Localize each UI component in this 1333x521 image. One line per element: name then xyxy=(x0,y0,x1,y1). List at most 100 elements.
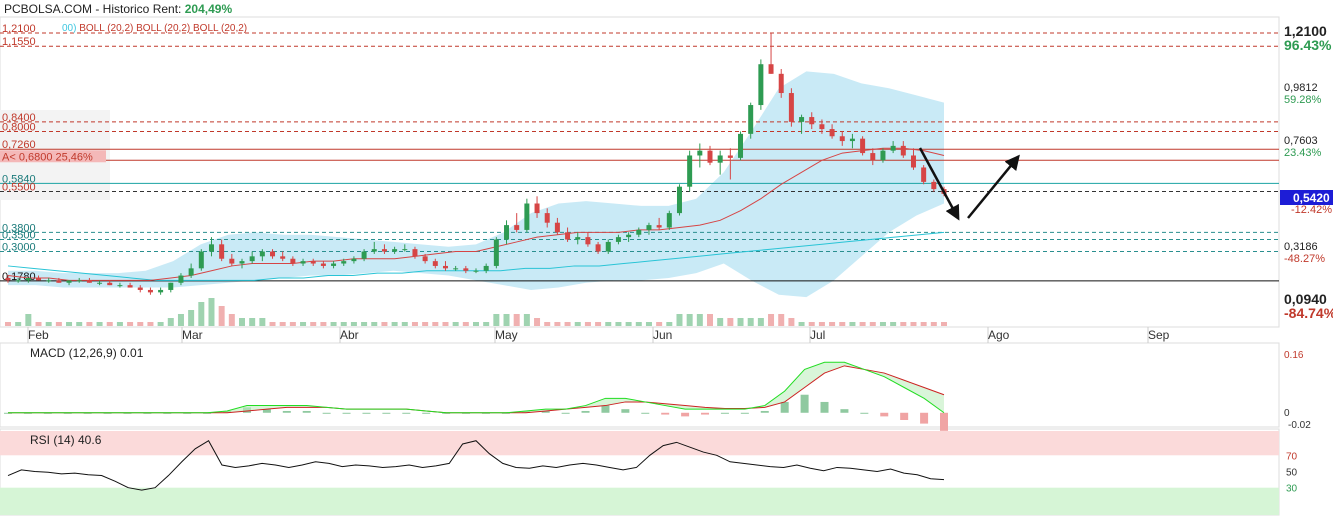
candle-body xyxy=(188,268,194,276)
candle-body xyxy=(890,145,896,151)
volume-bar xyxy=(106,322,113,326)
volume-bar xyxy=(401,322,408,326)
volume-bar xyxy=(127,322,134,326)
candle-body xyxy=(371,249,377,252)
y-tick-pct: -84.74% xyxy=(1284,305,1333,321)
rsi-oversold-zone xyxy=(0,487,1279,515)
candle-body xyxy=(483,265,489,271)
y-tick-label: 0,9812 xyxy=(1284,82,1318,94)
candle-body xyxy=(229,258,235,264)
candle-body xyxy=(748,105,754,134)
volume-bar xyxy=(595,322,602,326)
macd-histogram-bar xyxy=(920,412,929,424)
volume-bar xyxy=(391,322,398,326)
volume-bar xyxy=(849,322,856,326)
y-tick-label: 0,7603 xyxy=(1284,135,1318,147)
volume-bar xyxy=(778,314,785,326)
candle-body xyxy=(463,268,469,271)
volume-bar xyxy=(25,314,32,326)
candle-body xyxy=(351,258,357,262)
candle-body xyxy=(56,280,62,283)
volume-bar xyxy=(900,322,907,326)
candle-body xyxy=(554,222,560,233)
y-tick-pct: -48.27% xyxy=(1284,253,1325,265)
volume-bar xyxy=(584,322,591,326)
level-label: 0,3000 xyxy=(2,242,36,254)
candle-body xyxy=(402,249,408,251)
candle-body xyxy=(392,249,398,252)
volume-bar xyxy=(76,322,83,326)
level-label: 1,1550 xyxy=(2,36,36,48)
macd-histogram-bar xyxy=(780,401,789,413)
volume-bar xyxy=(645,322,652,326)
candle-body xyxy=(107,282,113,286)
volume-bar xyxy=(177,314,184,326)
boll-legend-3: BOLL (20,2) xyxy=(193,23,248,34)
candle-body xyxy=(208,244,214,252)
level-label: 1,2100 xyxy=(2,23,36,35)
candle-body xyxy=(117,285,123,287)
volume-bar xyxy=(808,322,815,326)
volume-bar xyxy=(920,322,927,326)
volume-bar xyxy=(727,318,734,326)
candle-body xyxy=(422,256,428,262)
candle-body xyxy=(931,181,937,190)
candle-body xyxy=(361,251,367,259)
volume-bar xyxy=(910,322,917,326)
macd-histogram-bar xyxy=(282,410,291,413)
macd-histogram-bar xyxy=(820,401,829,413)
volume-bar xyxy=(411,322,418,326)
volume-bar xyxy=(523,314,530,326)
volume-bar xyxy=(5,322,11,326)
candle-body xyxy=(76,280,82,282)
candle-body xyxy=(15,280,21,282)
x-month-label: Jun xyxy=(653,328,672,342)
volume-bar xyxy=(157,322,164,326)
candle-body xyxy=(493,239,499,266)
volume-bar xyxy=(737,318,744,326)
candle-body xyxy=(331,263,337,266)
macd-histogram-bar xyxy=(601,405,610,413)
volume-bar xyxy=(544,322,551,326)
candle-body xyxy=(900,145,906,156)
candle-body xyxy=(259,251,265,257)
rsi-title: RSI (14) 40.6 xyxy=(30,433,102,447)
macd-histogram-bar xyxy=(800,394,809,413)
volume-bar xyxy=(818,322,825,326)
candle-body xyxy=(270,251,276,257)
macd-histogram-bar xyxy=(661,412,670,415)
boll-legend-2: BOLL (20,2) xyxy=(136,23,191,34)
macd-y-tick: 0.16 xyxy=(1284,350,1304,361)
volume-bar xyxy=(656,322,663,326)
volume-bar xyxy=(890,322,897,326)
candle-body xyxy=(738,133,744,158)
rsi-y-tick: 70 xyxy=(1286,451,1298,462)
volume-bar xyxy=(717,318,724,326)
x-month-label: Abr xyxy=(340,328,359,342)
candle-body xyxy=(799,117,805,122)
macd-histogram-bar xyxy=(621,409,630,413)
candle-body xyxy=(656,225,662,228)
candle-body xyxy=(239,261,245,264)
volume-bar xyxy=(279,322,286,326)
volume-bar xyxy=(15,322,22,326)
volume-bar xyxy=(239,318,245,326)
macd-histogram-bar xyxy=(362,412,371,414)
volume-bar xyxy=(554,322,561,326)
x-month-label: May xyxy=(495,328,518,342)
candle-body xyxy=(778,73,784,94)
level-label: 0,8000 xyxy=(2,121,36,133)
candle-body xyxy=(137,287,143,290)
candle-body xyxy=(819,124,825,130)
volume-bar xyxy=(473,322,479,326)
volume-bar xyxy=(259,318,266,326)
macd-histogram-bar xyxy=(701,412,710,415)
volume-bar xyxy=(757,318,764,326)
candle-body xyxy=(524,203,530,230)
volume-bar xyxy=(269,322,276,326)
level-label: 0,5500 xyxy=(2,181,36,193)
macd-histogram-bar xyxy=(342,412,351,414)
candle-body xyxy=(595,244,601,252)
candle-body xyxy=(127,285,133,288)
candle-body xyxy=(615,237,621,242)
